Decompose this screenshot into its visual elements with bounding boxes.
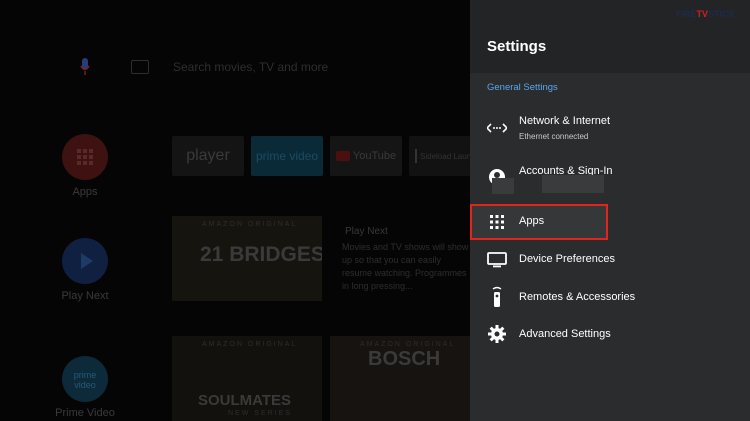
poster-tag: AMAZON ORIGINAL (202, 341, 298, 348)
keyboard-icon[interactable] (131, 60, 149, 74)
poster-soulmates[interactable]: AMAZON ORIGINAL SOULMATES NEW SERIES (172, 336, 322, 421)
sidebar-item-apps[interactable]: Apps (30, 186, 140, 198)
youtube-icon (335, 151, 350, 161)
overlay-block (492, 178, 514, 194)
prime-video-tile[interactable]: prime video (251, 136, 323, 176)
tv-display-icon (486, 249, 508, 271)
settings-header: FIRETVSTICK Settings (470, 0, 750, 73)
overlay-block (542, 175, 604, 193)
settings-item-network[interactable]: Network & Internet Ethernet connected (470, 108, 750, 148)
play-next-body: Movies and TV shows will show up so that… (342, 242, 469, 291)
play-icon[interactable] (62, 238, 108, 284)
remote-icon (486, 286, 508, 308)
settings-item-sub: Ethernet connected (519, 132, 589, 141)
sidebar-item-prime-video[interactable]: Prime Video (30, 407, 140, 419)
poster-title: SOULMATES (198, 392, 292, 409)
sidebar-item-play-next[interactable]: Play Next (30, 290, 140, 302)
settings-item-label: Network & Internet (519, 115, 611, 127)
microphone-icon[interactable] (80, 58, 90, 76)
settings-item-label: Remotes & Accessories (519, 291, 636, 303)
youtube-tile[interactable]: YouTube (330, 136, 402, 176)
settings-item-advanced[interactable]: Advanced Settings (470, 322, 750, 348)
apps-grid-icon (486, 211, 508, 233)
poster-tag: AMAZON ORIGINAL (360, 341, 456, 348)
home-screen-dimmed: Search movies, TV and more Apps Play Nex… (0, 0, 470, 421)
poster-title: 21 BRIDGES (200, 243, 322, 266)
settings-item-apps[interactable]: Apps (470, 204, 750, 240)
player-tile[interactable]: player (172, 136, 244, 176)
site-logo: FIRETVSTICK (676, 9, 736, 19)
settings-item-label: Advanced Settings (519, 328, 611, 340)
sideload-launcher-icon (415, 149, 417, 163)
poster-tag: AMAZON ORIGINAL (202, 221, 298, 228)
search-input[interactable]: Search movies, TV and more (173, 60, 328, 74)
section-label: General Settings (487, 82, 558, 93)
network-arrows-icon (486, 117, 508, 139)
play-next-title: Play Next (345, 226, 388, 237)
gear-icon (486, 323, 508, 345)
svg-text:video: video (74, 380, 96, 390)
settings-item-remotes[interactable]: Remotes & Accessories (470, 284, 750, 310)
settings-panel: FIRETVSTICK Settings General Settings Ne… (470, 0, 750, 421)
settings-item-label: Apps (519, 215, 545, 227)
apps-grid-icon[interactable] (62, 134, 108, 180)
svg-text:prime: prime (74, 370, 97, 380)
poster-subtitle: NEW SERIES (228, 410, 292, 417)
poster-bosch[interactable]: AMAZON ORIGINAL BOSCH (330, 336, 470, 421)
settings-item-device-preferences[interactable]: Device Preferences (470, 248, 750, 272)
sideload-launcher-tile[interactable]: Sideload Launcher (409, 136, 470, 176)
page-title: Settings (487, 38, 547, 55)
prime-video-icon[interactable]: prime video (62, 356, 108, 402)
settings-item-label: Device Preferences (519, 253, 615, 265)
poster-title: BOSCH (368, 348, 441, 370)
poster-21-bridges[interactable]: AMAZON ORIGINAL 21 BRIDGES (172, 216, 322, 301)
